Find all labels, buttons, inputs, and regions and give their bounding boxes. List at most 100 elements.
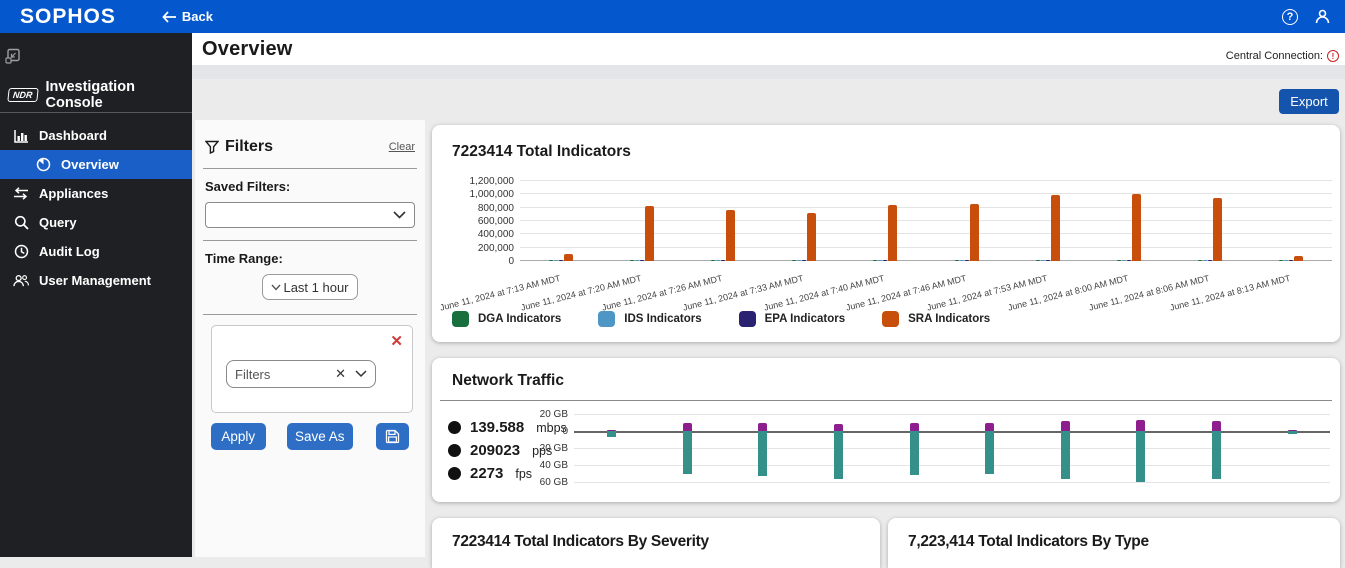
legend-label: EPA Indicators	[765, 313, 846, 325]
divider	[203, 168, 417, 169]
warning-icon[interactable]: !	[1327, 50, 1339, 62]
indicators-by-type-card: 7,223,414 Total Indicators By Type	[888, 518, 1340, 568]
network-plot-area	[574, 414, 1330, 482]
indicators-by-severity-card: 7223414 Total Indicators By Severity	[432, 518, 880, 568]
upload-bar	[985, 423, 994, 432]
network-traffic-card: Network Traffic 139.588mbps209023pps2273…	[432, 358, 1340, 502]
sidebar-item-query[interactable]: Query	[0, 208, 192, 237]
bar-group	[1179, 414, 1255, 482]
upload-bar	[1136, 420, 1145, 431]
bar-group	[764, 181, 845, 261]
y-tick-label: 200,000	[434, 243, 514, 254]
legend-item: SRA Indicators	[882, 311, 990, 327]
sidebar-item-label: Query	[39, 215, 77, 230]
sra-indicators-bar	[1132, 194, 1141, 261]
total-indicators-card: 7223414 Total Indicators June 11, 2024 a…	[432, 125, 1340, 342]
ndr-badge: NDR	[7, 88, 38, 102]
stat-value: 2273	[470, 465, 503, 482]
epa-indicators-bar	[802, 260, 806, 261]
content-scroll-band	[192, 65, 1345, 79]
upload-bar	[1212, 421, 1221, 431]
back-button[interactable]: Back	[162, 9, 213, 24]
save-filter-button[interactable]	[376, 423, 409, 450]
bar-group	[876, 414, 952, 482]
remove-filter-icon[interactable]: ✕	[390, 332, 403, 350]
page-title: Overview	[192, 38, 293, 61]
sra-indicators-bar	[1051, 195, 1060, 261]
bar-group	[952, 414, 1028, 482]
sophos-logo: SOPHOS	[0, 5, 116, 29]
saved-filters-select[interactable]	[205, 202, 415, 228]
dga-indicators-bar	[792, 260, 796, 261]
top-bar: SOPHOS Back ?	[0, 0, 1345, 33]
ids-indicators-bar	[554, 260, 558, 261]
sra-indicators-bar	[1294, 256, 1303, 261]
chevron-down-icon	[355, 370, 367, 378]
clear-filters-link[interactable]: Clear	[389, 141, 415, 153]
collapse-sidebar-icon[interactable]	[5, 48, 21, 64]
download-bar	[1212, 431, 1221, 479]
time-range-label: Time Range:	[205, 251, 415, 266]
legend-item: EPA Indicators	[739, 311, 846, 327]
epa-indicators-bar	[559, 260, 563, 261]
ids-indicators-bar	[1041, 260, 1045, 261]
y-tick-label: 1,200,000	[434, 176, 514, 187]
help-icon[interactable]: ?	[1282, 9, 1298, 25]
epa-indicators-bar	[721, 260, 725, 261]
filter-field-select[interactable]: Filters ✕	[226, 360, 376, 388]
dga-indicators-bar	[955, 260, 959, 261]
y-tick-label: 0	[434, 256, 514, 267]
divider	[203, 240, 417, 241]
apply-button[interactable]: Apply	[211, 423, 266, 450]
save-as-button[interactable]: Save As	[287, 423, 353, 450]
download-bar	[607, 431, 616, 437]
sidebar-item-audit-log[interactable]: Audit Log	[0, 237, 192, 266]
indicators-legend: DGA Indicators IDS Indicators EPA Indicato…	[452, 311, 990, 327]
divider	[203, 314, 417, 315]
saved-filters-label: Saved Filters:	[205, 179, 415, 194]
sidebar-item-dashboard[interactable]: Dashboard	[0, 121, 192, 150]
bar-chart-icon	[13, 129, 29, 143]
y-tick-label: 60 GB	[534, 477, 568, 488]
epa-indicators-bar	[640, 260, 644, 261]
sidebar-item-appliances[interactable]: Appliances	[0, 179, 192, 208]
time-range-select[interactable]: Last 1 hour	[262, 274, 358, 300]
y-tick-label: 20 GB	[534, 443, 568, 454]
y-tick-label: 600,000	[434, 216, 514, 227]
dga-indicators-bar	[630, 260, 634, 261]
ids-indicators-bar	[1203, 260, 1207, 261]
download-bar	[1288, 431, 1297, 434]
network-traffic-title: Network Traffic	[452, 372, 564, 390]
bar-group	[1254, 414, 1330, 482]
legend-swatch	[882, 311, 899, 327]
bar-group	[1028, 414, 1104, 482]
bar-group	[725, 414, 801, 482]
sidebar-item-overview[interactable]: Overview	[0, 150, 192, 179]
chevron-down-icon	[393, 211, 406, 219]
export-button[interactable]: Export	[1279, 89, 1339, 114]
sra-indicators-bar	[888, 205, 897, 261]
ids-indicators-bar	[960, 260, 964, 261]
legend-item: IDS Indicators	[598, 311, 701, 327]
upload-bar	[758, 423, 767, 431]
epa-indicators-bar	[1127, 260, 1131, 261]
sidebar-item-label: User Management	[39, 273, 151, 288]
sra-indicators-bar	[645, 206, 654, 261]
y-tick-label: 40 GB	[534, 460, 568, 471]
download-bar	[1136, 431, 1145, 482]
chevron-down-icon	[271, 284, 281, 291]
indicators-by-severity-title: 7223414 Total Indicators By Severity	[452, 533, 709, 551]
sidebar-item-user-management[interactable]: User Management	[0, 266, 192, 295]
download-bar	[758, 431, 767, 476]
user-account-icon[interactable]	[1314, 8, 1331, 25]
time-range-value: Last 1 hour	[283, 280, 348, 295]
stat-bullet-icon	[448, 444, 461, 457]
clear-selection-icon[interactable]: ✕	[335, 366, 346, 382]
bar-group	[1007, 181, 1088, 261]
stat-bullet-icon	[448, 421, 461, 434]
transfer-arrows-icon	[13, 187, 29, 200]
legend-item: DGA Indicators	[452, 311, 561, 327]
bar-group	[1103, 414, 1179, 482]
stat-unit: fps	[515, 467, 532, 481]
search-icon	[13, 215, 29, 230]
